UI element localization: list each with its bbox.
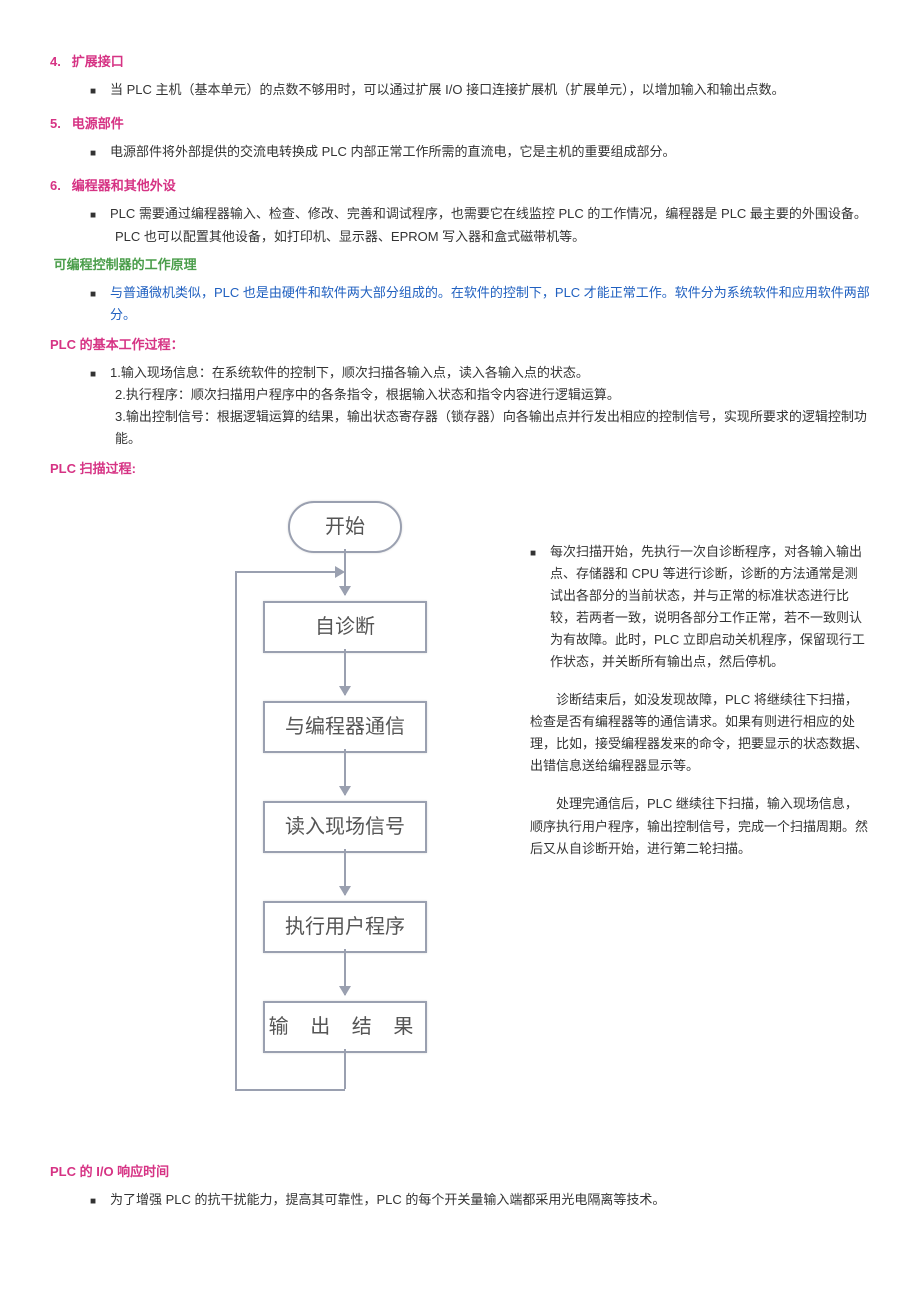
section-4-item: 当 PLC 主机（基本单元）的点数不够用时，可以通过扩展 I/O 接口连接扩展机…	[50, 79, 870, 101]
principle-header: 可编程控制器的工作原理	[50, 254, 870, 276]
section-5-text: 电源部件将外部提供的交流电转换成 PLC 内部正常工作所需的直流电，它是主机的重…	[110, 141, 870, 163]
desc-para-3: 处理完通信后，PLC 继续往下扫描，输入现场信息，顺序执行用户程序，输出控制信号…	[530, 793, 870, 859]
basic-title: PLC 的基本工作过程：	[50, 337, 184, 352]
section-6-item-1: PLC 需要通过编程器输入、检查、修改、完善和调试程序，也需要它在线监控 PLC…	[50, 203, 870, 225]
loop-line	[344, 1049, 346, 1089]
flow-arrow	[344, 849, 346, 895]
section-5-num: 5.	[50, 116, 61, 131]
bullet-icon	[90, 362, 110, 384]
section-6-num: 6.	[50, 178, 61, 193]
principle-text: 与普通微机类似，PLC 也是由硬件和软件两大部分组成的。在软件的控制下，PLC …	[110, 282, 870, 326]
bullet-icon	[90, 203, 110, 225]
plc-flowchart: 开始 自诊断 与编程器通信 读入现场信号 执行用户程序 输 出 结 果	[190, 501, 500, 1141]
loop-line	[235, 571, 335, 573]
section-4-num: 4.	[50, 54, 61, 69]
flow-arrow	[344, 949, 346, 995]
bullet-icon	[90, 141, 110, 163]
scan-header: PLC 扫描过程:	[50, 458, 870, 480]
section-6-text-1: PLC 需要通过编程器输入、检查、修改、完善和调试程序，也需要它在线监控 PLC…	[110, 203, 870, 225]
loop-line	[235, 571, 237, 1091]
bullet-icon	[530, 541, 550, 674]
basic-step-1-text: 1.输入现场信息：在系统软件的控制下，顺次扫描各输入点，读入各输入点的状态。	[110, 362, 870, 384]
basic-step-2: 2.执行程序：顺次扫描用户程序中的各条指令，根据输入状态和指令内容进行逻辑运算。	[50, 384, 870, 406]
flow-comm: 与编程器通信	[263, 701, 427, 753]
flow-arrow	[344, 649, 346, 695]
io-item: 为了增强 PLC 的抗干扰能力，提高其可靠性，PLC 的每个开关量输入端都采用光…	[50, 1189, 870, 1211]
principle-title: 可编程控制器的工作原理	[54, 257, 197, 272]
flow-start: 开始	[288, 501, 402, 553]
flow-read: 读入现场信号	[263, 801, 427, 853]
loop-line	[235, 1089, 345, 1091]
section-6-item-2: PLC 也可以配置其他设备，如打印机、显示器、EPROM 写入器和盒式磁带机等。	[50, 226, 870, 248]
flow-out: 输 出 结 果	[263, 1001, 427, 1053]
basic-header: PLC 的基本工作过程：	[50, 334, 870, 356]
section-6-text-2: PLC 也可以配置其他设备，如打印机、显示器、EPROM 写入器和盒式磁带机等。	[115, 229, 585, 244]
loop-arrow-icon	[335, 566, 345, 578]
section-6-header: 6. 编程器和其他外设	[50, 175, 870, 197]
section-5-header: 5. 电源部件	[50, 113, 870, 135]
flow-exec: 执行用户程序	[263, 901, 427, 953]
basic-step-1: 1.输入现场信息：在系统软件的控制下，顺次扫描各输入点，读入各输入点的状态。	[50, 362, 870, 384]
section-4-header: 4. 扩展接口	[50, 51, 870, 73]
desc-para-2: 诊断结束后，如没发现故障，PLC 将继续往下扫描，检查是否有编程器等的通信请求。…	[530, 689, 870, 777]
section-5-title: 电源部件	[72, 116, 124, 131]
io-header: PLC 的 I/O 响应时间	[50, 1161, 870, 1183]
scan-title: PLC 扫描过程:	[50, 461, 136, 476]
flow-out-text: 输 出 结 果	[269, 1010, 422, 1044]
io-text: 为了增强 PLC 的抗干扰能力，提高其可靠性，PLC 的每个开关量输入端都采用光…	[110, 1189, 870, 1211]
bullet-icon	[90, 1189, 110, 1211]
flow-diag: 自诊断	[263, 601, 427, 653]
io-title: PLC 的 I/O 响应时间	[50, 1164, 169, 1179]
bullet-icon	[90, 79, 110, 101]
principle-item: 与普通微机类似，PLC 也是由硬件和软件两大部分组成的。在软件的控制下，PLC …	[50, 282, 870, 326]
section-5-item: 电源部件将外部提供的交流电转换成 PLC 内部正常工作所需的直流电，它是主机的重…	[50, 141, 870, 163]
section-4-title: 扩展接口	[72, 54, 124, 69]
basic-step-3: 3.输出控制信号：根据逻辑运算的结果，输出状态寄存器（锁存器）向各输出点并行发出…	[50, 406, 870, 450]
section-4-text: 当 PLC 主机（基本单元）的点数不够用时，可以通过扩展 I/O 接口连接扩展机…	[110, 79, 870, 101]
desc-para-1: 每次扫描开始，先执行一次自诊断程序，对各输入输出点、存储器和 CPU 等进行诊断…	[530, 541, 870, 674]
desc-para-1-text: 每次扫描开始，先执行一次自诊断程序，对各输入输出点、存储器和 CPU 等进行诊断…	[550, 541, 870, 674]
bullet-icon	[90, 282, 110, 326]
section-6-title: 编程器和其他外设	[72, 178, 176, 193]
flow-arrow	[344, 749, 346, 795]
